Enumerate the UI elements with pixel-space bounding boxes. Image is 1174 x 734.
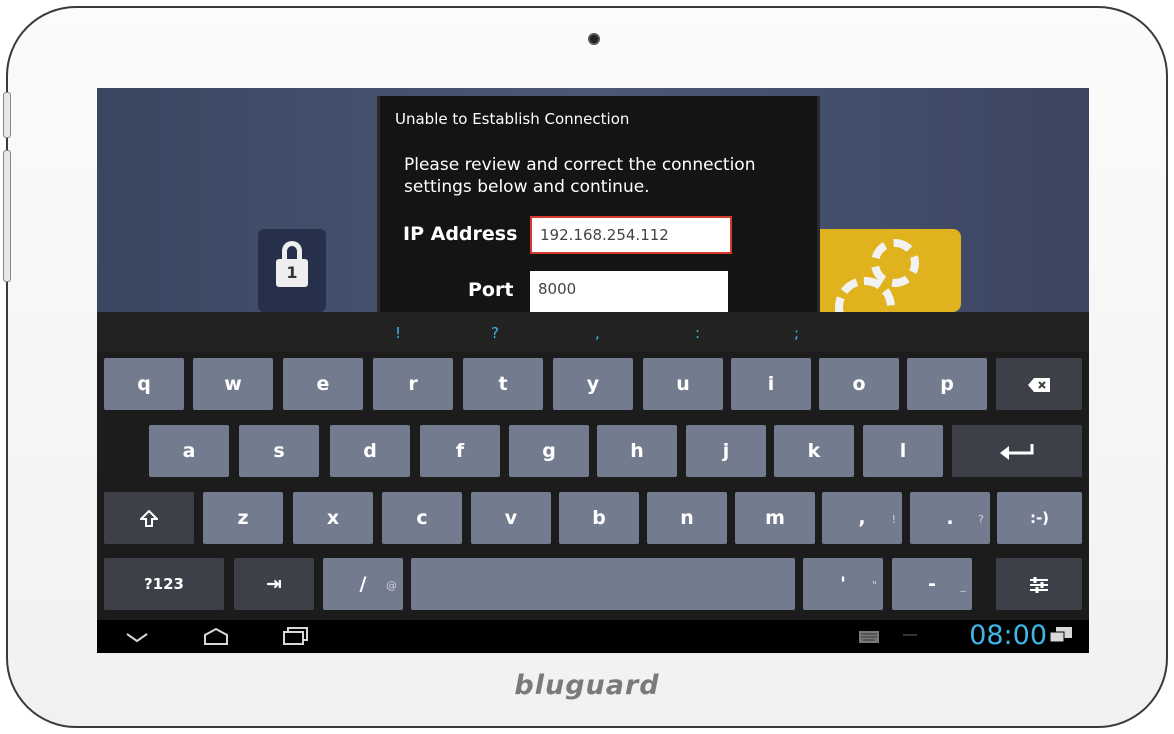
shift-key[interactable] — [104, 492, 194, 544]
lock-tile[interactable]: 1 — [258, 229, 326, 312]
backspace-icon — [1028, 377, 1050, 392]
suggestion-item[interactable]: : — [695, 324, 700, 342]
key-f[interactable]: f — [420, 425, 500, 477]
ip-address-input[interactable]: 192.168.254.112 — [530, 216, 732, 254]
power-button — [3, 150, 11, 282]
key-q[interactable]: q — [104, 358, 184, 410]
slash-hint: @ — [386, 579, 397, 592]
home-icon[interactable] — [203, 627, 229, 645]
keyboard-status-icon — [859, 631, 879, 643]
port-input[interactable]: 8000 — [530, 271, 728, 312]
dash-key[interactable]: - _ — [892, 558, 972, 610]
network-status-icon — [1050, 627, 1072, 643]
key-i[interactable]: i — [731, 358, 811, 410]
connection-dialog: Unable to Establish Connection Please re… — [377, 96, 820, 312]
dialog-message: Please review and correct the connection… — [404, 155, 756, 197]
settings-tile[interactable] — [811, 229, 961, 312]
comma-key[interactable]: , ! — [822, 492, 902, 544]
key-h[interactable]: h — [597, 425, 677, 477]
key-m[interactable]: m — [735, 492, 815, 544]
slash-key[interactable]: / @ — [323, 558, 403, 610]
key-n[interactable]: n — [647, 492, 727, 544]
apostrophe-label: ' — [840, 573, 846, 595]
tablet-screen: 1 Unable to Establish Connection Please … — [97, 88, 1089, 653]
key-c[interactable]: c — [382, 492, 462, 544]
key-w[interactable]: w — [193, 358, 273, 410]
settings-sliders-icon — [1030, 576, 1048, 593]
brand-logo: bluguard — [514, 670, 660, 701]
key-o[interactable]: o — [819, 358, 899, 410]
key-k[interactable]: k — [774, 425, 854, 477]
volume-button — [3, 92, 11, 138]
enter-key[interactable] — [952, 425, 1082, 477]
key-r[interactable]: r — [373, 358, 453, 410]
suggestion-strip: ! ? , : ; — [97, 312, 1089, 352]
tab-key[interactable]: ⇥ — [234, 558, 314, 610]
period-key[interactable]: . ? — [910, 492, 990, 544]
clock: 08:00 — [969, 620, 1047, 651]
key-e[interactable]: e — [283, 358, 363, 410]
apostrophe-key[interactable]: ' " — [803, 558, 883, 610]
app-background: 1 Unable to Establish Connection Please … — [97, 88, 1089, 312]
suggestion-item[interactable]: , — [595, 324, 600, 342]
key-u[interactable]: u — [643, 358, 723, 410]
port-label: Port — [468, 279, 514, 301]
key-j[interactable]: j — [686, 425, 766, 477]
soft-keyboard: ! ? , : ; q w e r t y u i o p a s d f g … — [97, 312, 1089, 620]
period-label: . — [946, 507, 954, 529]
comma-label: , — [858, 507, 866, 529]
recent-apps-icon[interactable] — [283, 627, 309, 645]
key-v[interactable]: v — [471, 492, 551, 544]
enter-icon — [1000, 443, 1034, 460]
key-a[interactable]: a — [149, 425, 229, 477]
key-p[interactable]: p — [907, 358, 987, 410]
apostrophe-hint: " — [871, 579, 877, 592]
lock-badge: 1 — [276, 259, 308, 287]
slash-label: / — [359, 573, 367, 595]
key-z[interactable]: z — [203, 492, 283, 544]
key-d[interactable]: d — [330, 425, 410, 477]
period-hint: ? — [978, 513, 984, 526]
ip-address-label: IP Address — [403, 223, 518, 245]
key-l[interactable]: l — [863, 425, 943, 477]
suggestion-item[interactable]: ? — [491, 324, 499, 342]
shift-icon — [138, 509, 160, 527]
key-b[interactable]: b — [559, 492, 639, 544]
camera-lens — [588, 33, 600, 45]
suggestion-item[interactable]: ! — [395, 324, 401, 342]
key-y[interactable]: y — [553, 358, 633, 410]
key-g[interactable]: g — [509, 425, 589, 477]
smiley-key[interactable]: :-) — [997, 492, 1082, 544]
key-s[interactable]: s — [239, 425, 319, 477]
dash-hint: _ — [960, 579, 967, 592]
suggestion-item[interactable]: ; — [794, 324, 799, 342]
comma-hint: ! — [891, 513, 896, 526]
dialog-title: Unable to Establish Connection — [395, 110, 630, 128]
navigation-bar: 08:00 — [97, 620, 1089, 653]
key-t[interactable]: t — [463, 358, 543, 410]
status-separator — [903, 634, 917, 636]
key-x[interactable]: x — [293, 492, 373, 544]
dash-label: - — [928, 573, 936, 595]
hide-keyboard-icon[interactable] — [125, 632, 149, 644]
symbols-key[interactable]: ?123 — [104, 558, 224, 610]
space-key[interactable] — [411, 558, 795, 610]
keyboard-settings-key[interactable] — [996, 558, 1082, 610]
backspace-key[interactable] — [996, 358, 1082, 410]
